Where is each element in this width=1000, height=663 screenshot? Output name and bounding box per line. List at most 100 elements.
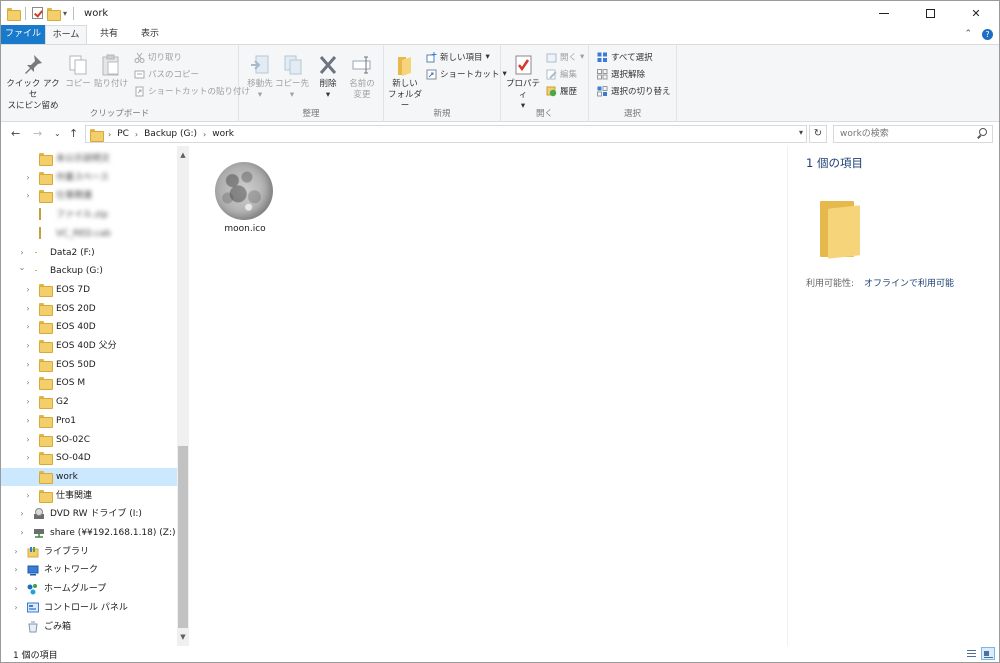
nav-tree-item[interactable]: › コントロール パネル [1, 599, 177, 617]
nav-tree-item[interactable]: › share (¥¥192.168.1.18) (Z:) [1, 524, 177, 542]
nav-tree-item[interactable]: › ネットワーク [1, 561, 177, 579]
invert-selection-button[interactable]: 選択の切り替え [597, 85, 671, 97]
select-none-button[interactable]: 選択解除 [597, 68, 645, 80]
nav-tree-item[interactable]: › 作業スペース [1, 169, 177, 187]
nav-tree-item[interactable]: › G2 [1, 393, 177, 411]
select-all-button[interactable]: すべて選択 [597, 51, 653, 63]
tab-view[interactable]: 表示 [131, 25, 169, 44]
details-view-button[interactable] [964, 647, 978, 660]
minimize-button[interactable] [861, 1, 907, 25]
search-input[interactable]: workの検索 [833, 125, 993, 143]
chevron-right-icon[interactable]: › [11, 547, 21, 556]
chevron-down-icon[interactable]: ⌄ [17, 263, 27, 272]
edit-button[interactable]: 編集 [546, 68, 577, 80]
cut-button[interactable]: 切り取り [134, 51, 182, 63]
nav-tree-item[interactable]: ごみ箱 [1, 618, 177, 636]
chevron-right-icon[interactable]: › [23, 341, 33, 350]
nav-scrollbar[interactable]: ▲ ▼ [177, 146, 189, 646]
large-icons-view-button[interactable] [981, 647, 995, 660]
nav-tree-item[interactable]: › EOS M [1, 374, 177, 392]
nav-tree-item[interactable]: › DVD RW ドライブ (I:) [1, 505, 177, 523]
move-to-button[interactable]: 移動先 ▾ [243, 53, 277, 101]
maximize-button[interactable] [907, 1, 953, 25]
delete-button[interactable]: 削除 ▾ [313, 53, 343, 101]
up-button[interactable]: ↑ [69, 127, 78, 140]
chevron-right-icon[interactable]: › [23, 435, 33, 444]
chevron-right-icon[interactable]: › [17, 528, 27, 537]
collapse-ribbon-icon[interactable]: ⌃ [964, 29, 972, 40]
chevron-right-icon[interactable]: › [203, 130, 206, 139]
forward-button[interactable]: → [33, 127, 42, 140]
new-folder-button[interactable]: 新しい フォルダー [386, 53, 424, 112]
properties-icon[interactable] [32, 7, 43, 19]
tab-share[interactable]: 共有 [89, 25, 129, 44]
chevron-right-icon[interactable]: › [135, 130, 138, 139]
address-history-dropdown-icon[interactable]: ▾ [799, 128, 803, 137]
chevron-right-icon[interactable]: › [11, 565, 21, 574]
copy-button[interactable]: コピー [63, 53, 93, 90]
close-button[interactable]: ✕ [953, 1, 999, 25]
nav-tree-item[interactable]: › ホームグループ [1, 580, 177, 598]
nav-tree-item[interactable]: › SO-04D [1, 449, 177, 467]
paste-button[interactable]: 貼り付け [93, 53, 129, 90]
back-button[interactable]: ← [11, 127, 20, 140]
nav-tree-item[interactable]: › Data2 (F:) [1, 244, 177, 262]
paste-shortcut-button[interactable]: ショートカットの貼り付け [134, 85, 250, 97]
nav-tree-item[interactable]: › SO-02C [1, 431, 177, 449]
new-item-button[interactable]: 新しい項目 ▾ [426, 51, 490, 63]
chevron-right-icon[interactable]: › [23, 453, 33, 462]
address-bar[interactable]: › PC › Backup (G:) › work ▾ [85, 125, 807, 143]
nav-tree-item[interactable]: VC_RED.cab [1, 225, 177, 243]
chevron-right-icon[interactable]: › [23, 360, 33, 369]
chevron-right-icon[interactable]: › [23, 173, 33, 182]
nav-tree-item[interactable]: ⌄ Backup (G:) [1, 262, 177, 280]
properties-button[interactable]: プロパティ ▾ [503, 53, 543, 112]
chevron-right-icon[interactable]: › [23, 285, 33, 294]
rename-button[interactable]: 名前の 変更 [345, 53, 379, 101]
pin-to-quick-access-button[interactable]: クイック アクセ スにピン留め [5, 53, 61, 112]
history-button[interactable]: 履歴 [546, 85, 577, 97]
nav-tree-item[interactable]: › EOS 50D [1, 356, 177, 374]
open-button[interactable]: 開く ▾ [546, 51, 584, 63]
nav-tree-item[interactable]: ファイル.zip [1, 206, 177, 224]
nav-tree-item[interactable]: work [1, 467, 177, 486]
nav-tree-item[interactable]: › Pro1 [1, 412, 177, 430]
chevron-right-icon[interactable]: › [23, 378, 33, 387]
nav-tree-item[interactable]: › EOS 40D 父分 [1, 337, 177, 355]
scroll-up-icon[interactable]: ▲ [177, 148, 189, 162]
copy-to-button[interactable]: コピー先 ▾ [275, 53, 309, 101]
chevron-right-icon[interactable]: › [17, 248, 27, 257]
chevron-right-icon[interactable]: › [23, 322, 33, 331]
tab-home[interactable]: ホーム [45, 25, 87, 45]
chevron-right-icon[interactable]: › [23, 191, 33, 200]
breadcrumb-pc[interactable]: PC [117, 129, 129, 139]
shortcut-button[interactable]: ショートカット ▾ [426, 68, 507, 80]
scrollbar-thumb[interactable] [178, 446, 188, 628]
file-item-moon[interactable]: moon.ico [210, 158, 280, 242]
file-list[interactable]: moon.ico [190, 146, 786, 646]
nav-tree-item[interactable]: › ライブラリ [1, 543, 177, 561]
copy-path-button[interactable]: パスのコピー [134, 68, 199, 80]
new-folder-icon[interactable] [47, 7, 61, 21]
nav-tree-item[interactable]: 未公示説明文 [1, 150, 177, 168]
chevron-right-icon[interactable]: › [17, 509, 27, 518]
chevron-right-icon[interactable]: › [23, 304, 33, 313]
chevron-right-icon[interactable]: › [23, 397, 33, 406]
chevron-right-icon[interactable]: › [108, 130, 111, 139]
breadcrumb-work[interactable]: work [212, 129, 234, 139]
chevron-right-icon[interactable]: › [23, 416, 33, 425]
nav-tree-item[interactable]: › EOS 40D [1, 318, 177, 336]
help-icon[interactable]: ? [982, 29, 993, 40]
tab-file[interactable]: ファイル [1, 25, 45, 44]
scroll-down-icon[interactable]: ▼ [177, 630, 189, 644]
refresh-button[interactable]: ↻ [809, 125, 827, 143]
chevron-right-icon[interactable]: › [11, 603, 21, 612]
nav-tree-item[interactable]: › EOS 7D [1, 281, 177, 299]
nav-tree-item[interactable]: › EOS 20D [1, 300, 177, 318]
customize-dropdown-icon[interactable]: ▾ [63, 9, 67, 18]
recent-locations-button[interactable]: ⌄ [54, 129, 61, 138]
chevron-right-icon[interactable]: › [23, 491, 33, 500]
chevron-right-icon[interactable]: › [11, 584, 21, 593]
nav-tree-item[interactable]: › 仕事関連 [1, 487, 177, 505]
breadcrumb-backup[interactable]: Backup (G:) [144, 129, 197, 139]
